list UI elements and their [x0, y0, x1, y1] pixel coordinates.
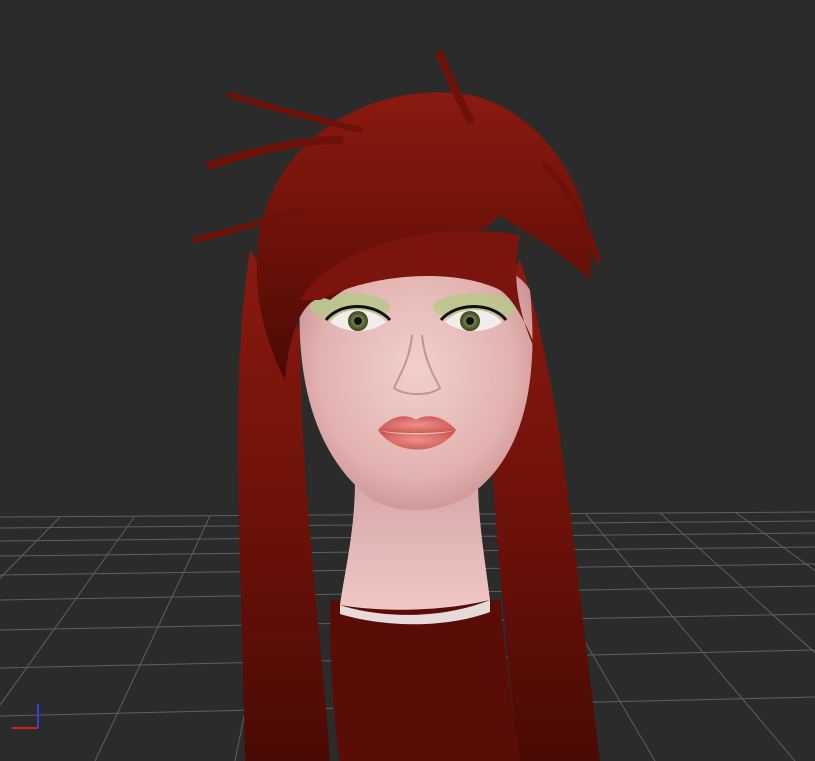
character-model[interactable]: [0, 0, 815, 761]
axis-gizmo: [12, 704, 39, 729]
3d-viewport[interactable]: [0, 0, 815, 761]
